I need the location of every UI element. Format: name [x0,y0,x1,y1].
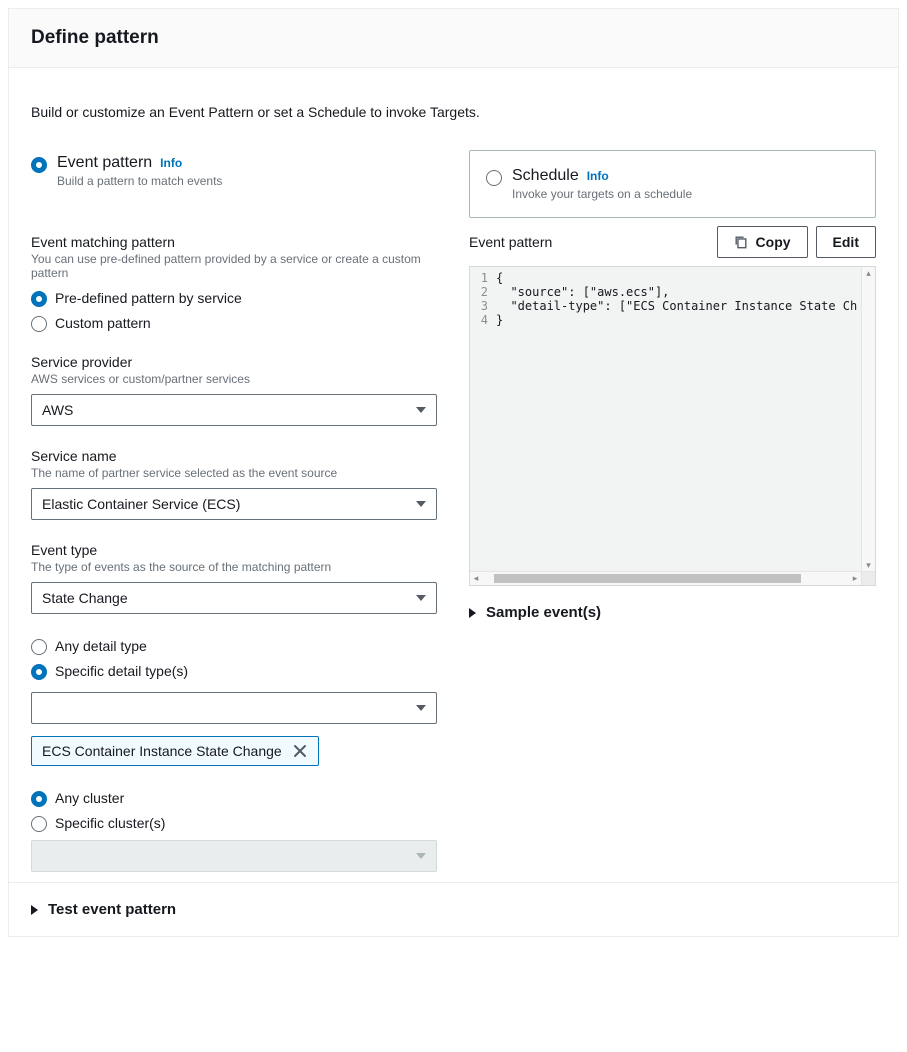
option-schedule-desc: Invoke your targets on a schedule [512,187,692,201]
event-matching-title: Event matching pattern [31,234,441,250]
radio-any-cluster-dot[interactable] [31,791,47,807]
service-name-select[interactable]: Elastic Container Service (ECS) [31,488,437,520]
service-provider-title: Service provider [31,354,441,370]
radio-any-cluster-label: Any cluster [55,790,124,806]
radio-custom-pattern[interactable]: Custom pattern [31,313,441,332]
caret-down-icon [416,853,426,859]
sample-events-label: Sample event(s) [486,604,601,621]
option-event-pattern[interactable]: Event pattern Info Build a pattern to ma… [31,150,441,192]
copy-icon [734,235,748,249]
event-type-hint: The type of events as the source of the … [31,560,441,574]
cluster-select [31,840,437,872]
radio-specific-cluster-dot[interactable] [31,816,47,832]
service-name-title: Service name [31,448,441,464]
scroll-right-icon[interactable]: ▸ [849,572,861,585]
panel-body: Build or customize an Event Pattern or s… [9,68,898,882]
service-name-value: Elastic Container Service (ECS) [42,496,240,512]
radio-custom-label: Custom pattern [55,315,151,331]
edit-button-label: Edit [833,234,859,250]
radio-event-pattern[interactable] [31,157,47,173]
detail-type-select[interactable] [31,692,437,724]
option-schedule[interactable]: Schedule Info Invoke your targets on a s… [469,150,876,218]
event-pattern-code[interactable]: 1 2 3 4 { "source": ["aws.ecs"], "detail… [469,266,876,586]
radio-predefined-dot[interactable] [31,291,47,307]
caret-down-icon [416,501,426,507]
service-provider-value: AWS [42,402,73,418]
copy-button[interactable]: Copy [717,226,808,258]
remove-tag-button[interactable] [292,743,308,759]
event-pattern-title: Event pattern [469,234,552,250]
event-matching-hint: You can use pre-defined pattern provided… [31,252,441,280]
caret-down-icon [416,595,426,601]
copy-button-label: Copy [756,234,791,250]
triangle-right-icon [469,608,476,618]
option-schedule-title: Schedule [512,167,579,185]
scroll-thumb[interactable] [494,574,801,583]
radio-predefined-pattern[interactable]: Pre-defined pattern by service [31,288,441,307]
intro-text: Build or customize an Event Pattern or s… [31,104,876,120]
detail-type-tag-label: ECS Container Instance State Change [42,743,282,759]
info-link-event-pattern[interactable]: Info [160,156,182,170]
radio-any-cluster[interactable]: Any cluster [31,788,441,807]
caret-down-icon [416,705,426,711]
edit-button[interactable]: Edit [816,226,876,258]
define-pattern-panel: Define pattern Build or customize an Eve… [8,8,899,937]
scroll-down-icon[interactable]: ▾ [862,559,875,571]
service-name-hint: The name of partner service selected as … [31,466,441,480]
radio-any-detail-label: Any detail type [55,638,147,654]
radio-any-detail[interactable]: Any detail type [31,636,441,655]
panel-header: Define pattern [9,9,898,68]
radio-specific-cluster[interactable]: Specific cluster(s) [31,813,441,832]
option-event-pattern-title: Event pattern [57,154,152,172]
radio-any-detail-dot[interactable] [31,639,47,655]
test-event-pattern-toggle[interactable]: Test event pattern [31,901,876,918]
right-column: Schedule Info Invoke your targets on a s… [469,150,876,621]
event-type-value: State Change [42,590,128,606]
radio-specific-detail[interactable]: Specific detail type(s) [31,661,441,680]
panel-footer: Test event pattern [9,882,898,936]
scroll-left-icon[interactable]: ◂ [470,572,482,585]
detail-type-tag: ECS Container Instance State Change [31,736,319,766]
scroll-up-icon[interactable]: ▴ [862,267,875,279]
service-provider-hint: AWS services or custom/partner services [31,372,441,386]
sample-events-toggle[interactable]: Sample event(s) [469,604,876,621]
code-content[interactable]: { "source": ["aws.ecs"], "detail-type": … [492,267,875,585]
scrollbar-vertical[interactable]: ▴ ▾ [861,267,875,571]
service-provider-select[interactable]: AWS [31,394,437,426]
scroll-corner [861,571,875,585]
radio-predefined-label: Pre-defined pattern by service [55,290,242,306]
event-type-select[interactable]: State Change [31,582,437,614]
left-column: Event pattern Info Build a pattern to ma… [31,150,441,872]
close-icon [293,744,307,758]
event-type-title: Event type [31,542,441,558]
radio-schedule[interactable] [486,170,502,186]
radio-specific-cluster-label: Specific cluster(s) [55,815,165,831]
option-event-pattern-desc: Build a pattern to match events [57,174,222,188]
radio-specific-detail-label: Specific detail type(s) [55,663,188,679]
info-link-schedule[interactable]: Info [587,169,609,183]
panel-title: Define pattern [31,27,876,49]
test-event-pattern-label: Test event pattern [48,901,176,918]
radio-custom-dot[interactable] [31,316,47,332]
radio-specific-detail-dot[interactable] [31,664,47,680]
scrollbar-horizontal[interactable]: ◂ ▸ [470,571,861,585]
caret-down-icon [416,407,426,413]
triangle-right-icon [31,905,38,915]
code-gutter: 1 2 3 4 [470,267,492,585]
